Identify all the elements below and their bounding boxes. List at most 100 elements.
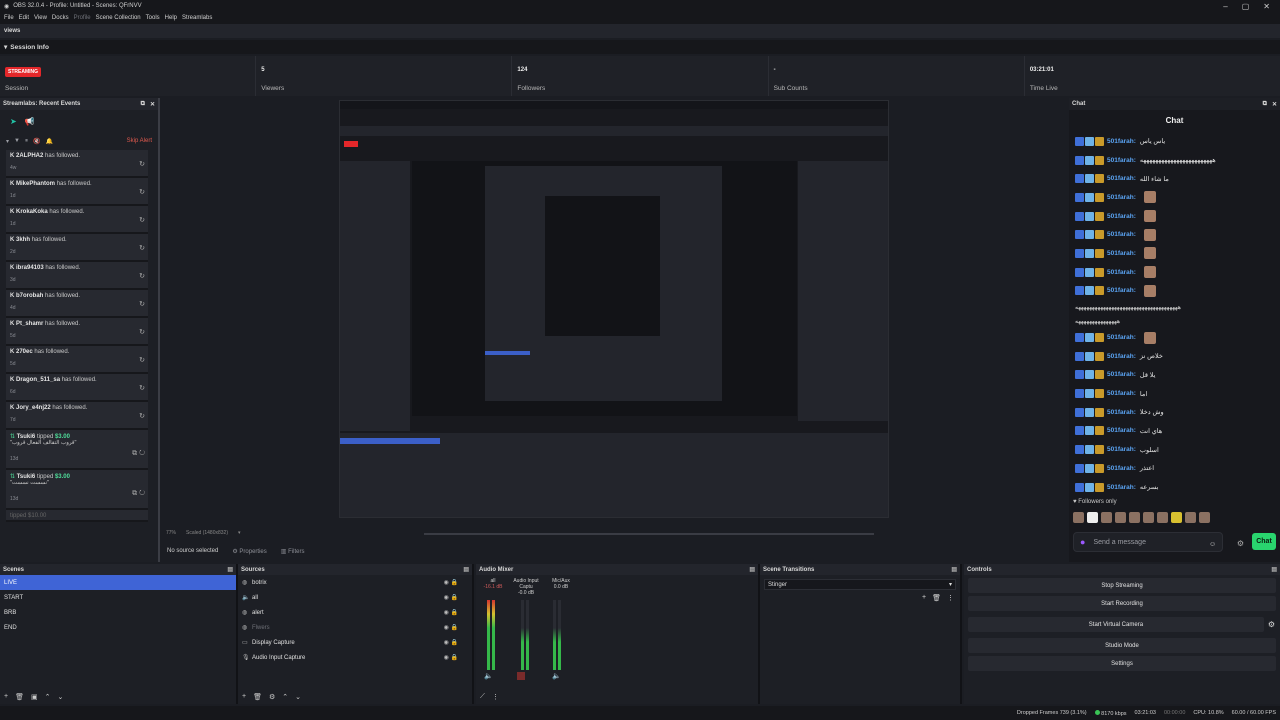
visibility-eye-icon[interactable]: ◉ 🔒 bbox=[444, 609, 458, 616]
properties-button[interactable]: ⚙ Properties bbox=[232, 548, 266, 555]
replay-icon[interactable]: ↻ bbox=[139, 300, 145, 308]
source-item[interactable]: ◍ botrix ◉ 🔒 bbox=[238, 575, 472, 590]
replay-icon[interactable]: ↻ bbox=[139, 160, 145, 168]
replay-icon[interactable]: ↻ bbox=[139, 412, 145, 420]
filter-icon[interactable]: ▣ bbox=[31, 693, 38, 701]
mic-icon[interactable]: ● bbox=[1080, 537, 1085, 547]
chat-username[interactable]: 501farah: bbox=[1107, 231, 1136, 238]
visibility-eye-icon[interactable]: ◉ 🔒 bbox=[444, 639, 458, 646]
mute-icon[interactable]: 🔇 bbox=[33, 138, 40, 145]
chat-username[interactable]: 501farah: bbox=[1107, 390, 1136, 397]
chat-username[interactable]: 501farah: bbox=[1107, 157, 1136, 164]
speaker-icon[interactable]: 🔈 bbox=[484, 672, 493, 680]
float-icon[interactable]: ⧉ bbox=[141, 101, 145, 108]
send-icon[interactable]: ➤ bbox=[10, 117, 17, 126]
move-down-icon[interactable]: ⌄ bbox=[57, 693, 63, 701]
visibility-eye-icon[interactable]: ◉ 🔒 bbox=[444, 624, 458, 631]
source-item[interactable]: 🎙 Audio Input Capture ◉ 🔒 bbox=[238, 650, 472, 665]
menu-profile[interactable]: Profile bbox=[74, 15, 91, 21]
add-icon[interactable]: + bbox=[242, 693, 246, 700]
settings-button[interactable]: Settings bbox=[968, 656, 1276, 671]
studio-mode-button[interactable]: Studio Mode bbox=[968, 638, 1276, 653]
emote-row[interactable] bbox=[1069, 508, 1280, 526]
chat-username[interactable]: 501farah: bbox=[1107, 250, 1136, 257]
replay-icon[interactable]: ↻ bbox=[139, 328, 145, 336]
gear-icon[interactable]: ⚙ bbox=[1237, 539, 1244, 548]
chevron-down-icon[interactable]: ▾ bbox=[6, 138, 9, 145]
session-info-header[interactable]: ▾ Session Info bbox=[0, 40, 1280, 54]
chat-username[interactable]: 501farah: bbox=[1107, 194, 1136, 201]
gear-icon[interactable]: ⚙ bbox=[1268, 620, 1275, 629]
dock-menu-icon[interactable]: ▤ bbox=[951, 566, 957, 573]
chat-username[interactable]: 501farah: bbox=[1107, 353, 1136, 360]
move-up-icon[interactable]: ⌃ bbox=[282, 693, 288, 701]
chat-username[interactable]: 501farah: bbox=[1107, 371, 1136, 378]
dock-menu-icon[interactable]: ▤ bbox=[749, 566, 755, 573]
filters-button[interactable]: ▥ Filters bbox=[281, 548, 305, 555]
emote-picker-icon[interactable]: ☺ bbox=[1209, 541, 1216, 548]
more-icon[interactable]: ⋮ bbox=[492, 693, 499, 701]
bell-icon[interactable]: 🔔 bbox=[45, 138, 52, 145]
more-icon[interactable]: ⋮ bbox=[947, 594, 954, 602]
chat-username[interactable]: 501farah: bbox=[1107, 175, 1136, 182]
move-up-icon[interactable]: ⌃ bbox=[45, 693, 51, 701]
source-item[interactable]: ▭ Display Capture ◉ 🔒 bbox=[238, 635, 472, 650]
source-item[interactable]: 🔈 all ◉ 🔒 bbox=[238, 590, 472, 605]
chat-send-button[interactable]: Chat bbox=[1252, 533, 1276, 550]
start-virtual-camera-button[interactable]: Start Virtual Camera bbox=[968, 617, 1264, 632]
source-item[interactable]: ◍ Flwers ◉ 🔒 bbox=[238, 620, 472, 635]
replay-icon[interactable]: ⧉ ↻ bbox=[132, 490, 145, 498]
chat-username[interactable]: 501farah: bbox=[1107, 138, 1136, 145]
replay-icon[interactable]: ↻ bbox=[139, 188, 145, 196]
trash-icon[interactable]: 🗑 bbox=[932, 594, 941, 602]
chat-username[interactable]: 501farah: bbox=[1107, 465, 1136, 472]
chat-username[interactable]: 501farah: bbox=[1107, 427, 1136, 434]
scene-item-start[interactable]: START bbox=[0, 590, 236, 605]
trash-icon[interactable]: 🗑 bbox=[253, 693, 262, 701]
menu-help[interactable]: Help bbox=[165, 15, 177, 21]
replay-icon[interactable]: ⧉ ↻ bbox=[132, 450, 145, 458]
transition-select[interactable]: Stinger ▾ bbox=[764, 579, 956, 590]
pause-icon[interactable]: ⏸ bbox=[25, 138, 28, 145]
source-item[interactable]: ◍ alert ◉ 🔒 bbox=[238, 605, 472, 620]
filter-icon[interactable]: ▼ bbox=[14, 138, 20, 144]
chat-username[interactable]: 501farah: bbox=[1107, 446, 1136, 453]
close-icon[interactable]: ✕ bbox=[150, 101, 155, 108]
chat-username[interactable]: 501farah: bbox=[1107, 409, 1136, 416]
chat-username[interactable]: 501farah: bbox=[1107, 269, 1136, 276]
visibility-eye-icon[interactable]: ◉ 🔒 bbox=[444, 594, 458, 601]
chat-input[interactable]: ● Send a message bbox=[1073, 532, 1223, 552]
menu-file[interactable]: File bbox=[4, 15, 14, 21]
replay-icon[interactable]: ↻ bbox=[139, 216, 145, 224]
replay-icon[interactable]: ↻ bbox=[139, 356, 145, 364]
move-down-icon[interactable]: ⌄ bbox=[295, 693, 301, 701]
scene-item-brb[interactable]: BRB bbox=[0, 605, 236, 620]
add-icon[interactable]: + bbox=[922, 594, 926, 602]
collapse-icon[interactable]: ▾ bbox=[4, 43, 7, 51]
mute-icon[interactable] bbox=[517, 672, 525, 680]
preview-scrollbar[interactable] bbox=[424, 533, 874, 535]
scene-item-end[interactable]: END bbox=[0, 620, 236, 635]
menu-scene-collection[interactable]: Scene Collection bbox=[96, 15, 141, 21]
menu-view[interactable]: View bbox=[34, 15, 47, 21]
chat-username[interactable]: 501farah: bbox=[1107, 287, 1136, 294]
gear-icon[interactable]: ⚙ bbox=[269, 693, 275, 701]
start-recording-button[interactable]: Start Recording bbox=[968, 596, 1276, 611]
dock-menu-icon[interactable]: ▤ bbox=[1271, 566, 1277, 573]
replay-icon[interactable]: ↻ bbox=[139, 244, 145, 252]
menu-docks[interactable]: Docks bbox=[52, 15, 69, 21]
megaphone-icon[interactable]: 📢 bbox=[25, 117, 35, 126]
stream-preview-display[interactable] bbox=[339, 100, 889, 518]
menu-edit[interactable]: Edit bbox=[19, 15, 29, 21]
visibility-eye-icon[interactable]: ◉ 🔒 bbox=[444, 579, 458, 586]
speaker-icon[interactable]: 🔈 bbox=[552, 672, 561, 680]
scene-item-live[interactable]: LIVE bbox=[0, 575, 236, 590]
trash-icon[interactable]: 🗑 bbox=[15, 693, 24, 701]
chat-username[interactable]: 501farah: bbox=[1107, 334, 1136, 341]
menu-tools[interactable]: Tools bbox=[146, 15, 160, 21]
skip-alert-button[interactable]: Skip Alert bbox=[127, 138, 152, 144]
float-icon[interactable]: ⧉ bbox=[1263, 101, 1267, 108]
visibility-eye-icon[interactable]: ◉ 🔒 bbox=[444, 654, 458, 661]
scale-readout[interactable]: Scaled (1480x832) bbox=[186, 530, 228, 536]
dock-menu-icon[interactable]: ▤ bbox=[463, 566, 469, 573]
